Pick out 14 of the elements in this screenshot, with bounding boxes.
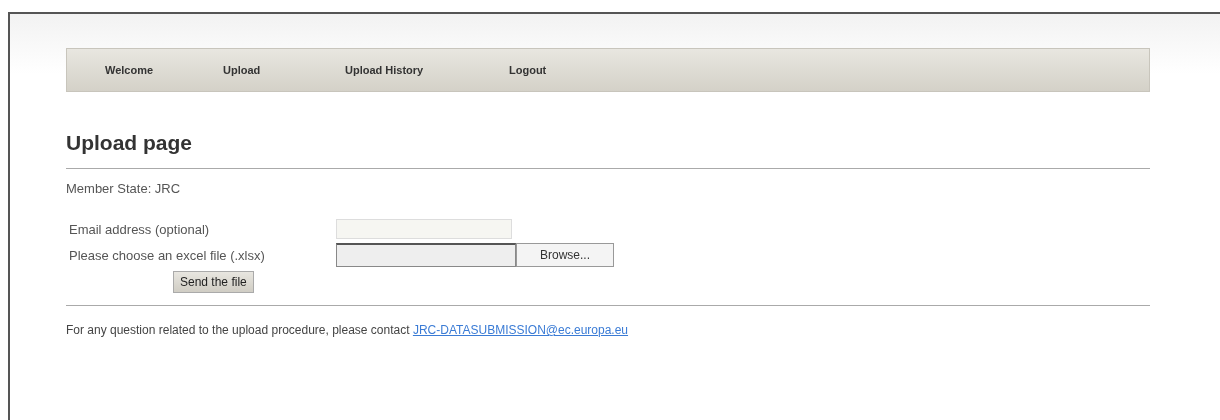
file-label: Please choose an excel file (.xlsx) bbox=[69, 247, 266, 263]
browse-button[interactable]: Browse... bbox=[516, 243, 614, 267]
member-state-text: Member State: JRC bbox=[66, 181, 182, 196]
send-button[interactable]: Send the file bbox=[173, 271, 254, 293]
file-path-field[interactable] bbox=[336, 243, 516, 267]
contact-text: For any question related to the upload procedure, please contact JRC-DATASUBMISSION@ec.europa.eu bbox=[66, 323, 630, 337]
nav-link[interactable]: Upload History bbox=[345, 64, 509, 76]
page-heading: Upload page bbox=[66, 130, 193, 156]
nav-link[interactable]: Welcome bbox=[105, 64, 223, 76]
nav-link[interactable]: Upload bbox=[223, 64, 345, 76]
email-label: Email address (optional) bbox=[69, 221, 211, 237]
email-link[interactable]: JRC-DATASUBMISSION@ec.europa.eu bbox=[412, 323, 629, 337]
email-field[interactable] bbox=[336, 219, 512, 239]
nav-link[interactable]: Logout bbox=[509, 64, 547, 76]
